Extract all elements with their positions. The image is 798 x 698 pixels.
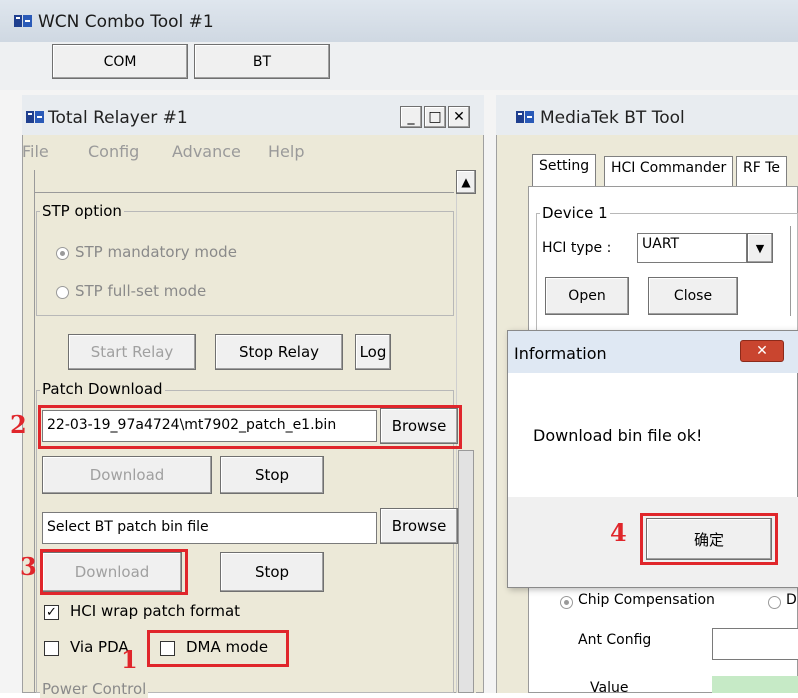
annotation-box-2: [38, 405, 462, 449]
main-window-title: WCN Combo Tool #1: [38, 12, 214, 32]
annotation-number-1: 1: [121, 645, 138, 674]
hci-type-dropdown-button[interactable]: ▼: [747, 233, 773, 263]
chip-compensation-radio[interactable]: [560, 596, 573, 609]
hci-type-select[interactable]: UART: [637, 233, 747, 263]
app-icon: [14, 15, 32, 27]
stop-relay-button[interactable]: Stop Relay: [215, 334, 343, 370]
patch-download-title: Patch Download: [40, 380, 165, 398]
stp-mandatory-radio[interactable]: [56, 247, 69, 260]
via-pda-label: Via PDA: [70, 638, 129, 656]
tab-hci-commander[interactable]: HCI Commander: [604, 156, 734, 186]
bt-tool-title: MediaTek BT Tool: [540, 108, 685, 128]
value-label: Value: [590, 680, 629, 696]
device-1-title: Device 1: [540, 204, 610, 222]
log-button[interactable]: Log: [355, 334, 391, 370]
tab-com[interactable]: COM: [52, 44, 188, 79]
tab-setting[interactable]: Setting: [532, 154, 597, 186]
start-relay-button[interactable]: Start Relay: [68, 334, 196, 370]
scrollbar-thumb[interactable]: [458, 450, 474, 693]
annotation-box-1: [147, 630, 289, 667]
scroll-up-button[interactable]: ▲: [456, 170, 476, 194]
annotation-number-4: 4: [610, 518, 627, 547]
annotation-box-3: [40, 549, 188, 595]
ant-config-field[interactable]: [712, 628, 798, 660]
close-button[interactable]: ✕: [448, 106, 470, 128]
info-dialog-title: Information: [514, 344, 607, 363]
open-button[interactable]: Open: [545, 277, 629, 315]
option-d-radio[interactable]: [768, 596, 781, 609]
option-d-label: D: [786, 592, 797, 608]
hci-type-label: HCI type :: [542, 240, 612, 256]
tab-bt[interactable]: BT: [194, 44, 330, 79]
close-device-button[interactable]: Close: [648, 277, 738, 315]
bt-patch-field[interactable]: Select BT patch bin file: [42, 512, 377, 544]
stp-mandatory-label: STP mandatory mode: [75, 243, 237, 261]
device-divider: [790, 226, 791, 316]
hci-wrap-label: HCI wrap patch format: [70, 602, 241, 620]
bt-tool-app-icon: [516, 111, 534, 123]
stp-fullset-radio[interactable]: [56, 286, 69, 299]
value-field[interactable]: [712, 676, 798, 693]
maximize-button[interactable]: □: [424, 106, 446, 128]
menu-advance[interactable]: Advance: [172, 142, 241, 161]
annotation-box-4: [640, 513, 778, 565]
ant-config-label: Ant Config: [578, 632, 652, 648]
minimize-button[interactable]: _: [400, 106, 422, 128]
menu-file[interactable]: File: [22, 142, 49, 161]
menu-help[interactable]: Help: [268, 142, 304, 161]
stp-option-title: STP option: [40, 202, 124, 220]
relayer-app-icon: [26, 111, 44, 123]
annotation-number-2: 2: [10, 410, 27, 439]
stp-fullset-label: STP full-set mode: [75, 282, 207, 300]
dialog-close-button[interactable]: ✕: [740, 340, 784, 362]
info-dialog-message: Download bin file ok!: [533, 426, 703, 445]
browse-button-2[interactable]: Browse: [380, 508, 458, 544]
relayer-title: Total Relayer #1: [48, 108, 188, 128]
stop-button-2[interactable]: Stop: [220, 552, 324, 592]
relayer-top-divider: [34, 192, 454, 193]
annotation-number-3: 3: [20, 552, 37, 581]
via-pda-checkbox[interactable]: [44, 641, 59, 656]
stp-option-group: [36, 211, 454, 316]
hci-wrap-checkbox[interactable]: ✓: [44, 605, 59, 620]
menu-config[interactable]: Config: [88, 142, 139, 161]
device-1-group: [536, 213, 798, 333]
tab-rf-test[interactable]: RF Te: [736, 156, 788, 186]
power-control-title: Power Control: [40, 680, 149, 698]
download-button[interactable]: Download: [42, 456, 212, 494]
stop-button[interactable]: Stop: [220, 456, 324, 494]
chip-compensation-label: Chip Compensation: [578, 592, 715, 608]
